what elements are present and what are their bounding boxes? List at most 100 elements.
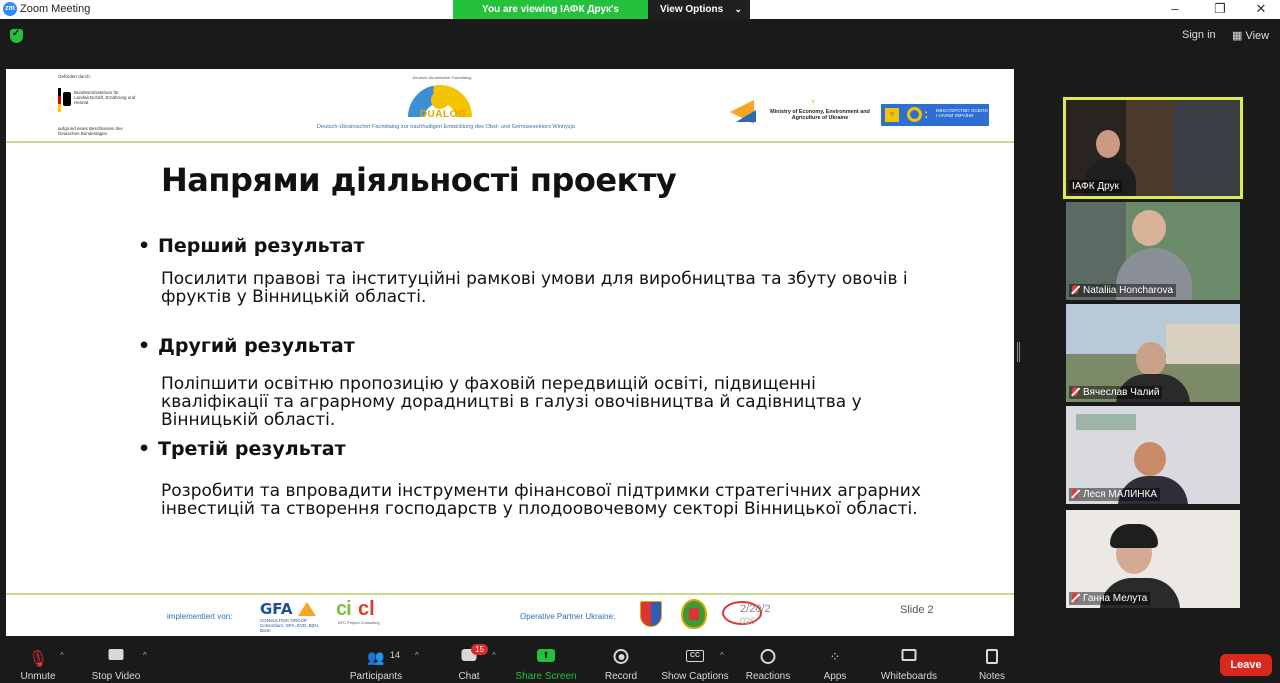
chevron-up-icon: ^ bbox=[143, 651, 147, 660]
share-screen-button[interactable]: ⬆ Share Screen bbox=[512, 639, 580, 683]
participant-tile-active[interactable]: ІАФК Друк bbox=[1063, 97, 1243, 199]
slide-number: Slide 2 bbox=[900, 604, 934, 616]
funded-by-text: Gefördert durch: bbox=[58, 74, 91, 79]
ministry-economy-name: Ministry of Economy, Environment and Agr… bbox=[770, 109, 870, 121]
header-divider bbox=[6, 141, 1014, 143]
bullet-heading-text: Третій результат bbox=[158, 438, 346, 460]
whiteboards-label: Whiteboards bbox=[880, 671, 938, 682]
chat-options-caret[interactable]: ^ bbox=[492, 639, 502, 683]
video-background-banner bbox=[1174, 100, 1240, 196]
participant-name-row: Леся МАЛИНКА bbox=[1069, 488, 1161, 501]
participants-options-caret[interactable]: ^ bbox=[415, 639, 425, 683]
video-camera-icon bbox=[108, 649, 124, 663]
record-button[interactable]: Record bbox=[598, 639, 644, 683]
unmute-label: Unmute bbox=[20, 671, 56, 682]
chat-label: Chat bbox=[458, 671, 480, 682]
gfa-logo: GFA CONSULTING GROUP Consortium: GFA, EV… bbox=[260, 600, 320, 633]
implemented-by-label: implementiert von: bbox=[167, 612, 233, 621]
bullet-heading-3: • Третій результат bbox=[138, 438, 346, 460]
operative-partner-label: Operative Partner Ukraine: bbox=[520, 612, 616, 621]
sign-in-link[interactable]: Sign in bbox=[1182, 29, 1216, 41]
emoji-icon bbox=[760, 649, 776, 667]
ministry-name: Bundesministerium für Landwirtschaft, Er… bbox=[74, 90, 136, 105]
dualog-arc-text: Deutsch-Ukrainischer Fachdialog bbox=[412, 75, 472, 80]
german-ministry-logo: Gefördert durch: Bundesministerium für L… bbox=[58, 74, 148, 136]
video-options-caret[interactable]: ^ bbox=[143, 639, 153, 683]
dualog-subtitle: Deutsch-Ukrainischer Fachdialog zur nach… bbox=[316, 124, 576, 130]
participant-tile[interactable]: Nataliia Honcharova bbox=[1066, 202, 1240, 300]
unmute-button[interactable]: 🎙 Unmute bbox=[10, 639, 66, 683]
participants-icon: 👥 bbox=[367, 649, 385, 665]
chat-button[interactable]: 15 Chat bbox=[450, 639, 488, 683]
slide-date-year: 026 bbox=[740, 616, 756, 626]
leave-button[interactable]: Leave bbox=[1220, 654, 1272, 676]
window-title: Zoom Meeting bbox=[20, 3, 91, 15]
bullet-icon: • bbox=[138, 438, 151, 460]
chat-unread-badge: 15 bbox=[471, 644, 488, 655]
captions-options-caret[interactable]: ^ bbox=[720, 639, 730, 683]
minimize-icon[interactable]: – bbox=[1160, 1, 1190, 16]
apps-grid-icon: ⁘ bbox=[829, 649, 841, 664]
slide-title: Напрями діяльності проекту bbox=[161, 161, 677, 199]
ministry-education-logo: ♆ : МІНІСТЕРСТВО ОСВІТИ І НАУКИ УКРАЇНИ bbox=[881, 104, 989, 126]
apps-button[interactable]: ⁘ Apps bbox=[816, 639, 854, 683]
bullet-heading-text: Другий результат bbox=[158, 335, 355, 357]
meeting-controls-toolbar: 🎙 Unmute ^ Stop Video ^ 👥 14 Participant… bbox=[0, 639, 1280, 683]
participant-tile[interactable]: Ганна Мелута bbox=[1066, 510, 1240, 608]
participant-face bbox=[1136, 342, 1166, 376]
muted-mic-icon bbox=[1072, 593, 1078, 602]
participant-name-row: Ганна Мелута bbox=[1069, 592, 1151, 605]
notes-label: Notes bbox=[978, 671, 1006, 682]
participant-face bbox=[1132, 210, 1166, 246]
whiteboards-button[interactable]: Whiteboards bbox=[874, 639, 944, 683]
muted-mic-icon bbox=[1072, 489, 1078, 498]
share-screen-label: Share Screen bbox=[515, 671, 577, 682]
view-options-button[interactable]: View Options ⌄ bbox=[648, 0, 750, 19]
participant-tile[interactable]: Вячеслав Чалий bbox=[1066, 304, 1240, 402]
participant-face bbox=[1134, 442, 1166, 476]
participant-tile[interactable]: Леся МАЛИНКА bbox=[1066, 406, 1240, 504]
maximize-icon[interactable]: ❐ bbox=[1205, 1, 1235, 17]
participant-name: Ганна Мелута bbox=[1083, 593, 1148, 604]
footer-divider bbox=[6, 593, 1014, 595]
cicl-sub: AFC Project Consulting bbox=[338, 620, 380, 625]
participant-face bbox=[1096, 130, 1120, 158]
german-flag-stripe bbox=[58, 88, 61, 112]
share-screen-icon: ⬆ bbox=[537, 649, 555, 662]
notes-button[interactable]: Notes bbox=[972, 639, 1012, 683]
participants-button[interactable]: 👥 14 Participants bbox=[344, 639, 408, 683]
audio-options-caret[interactable]: ^ bbox=[60, 639, 70, 683]
bullet-text-3: Розробити та впровадити інструменти фіна… bbox=[161, 481, 921, 519]
security-shield-icon[interactable] bbox=[10, 28, 23, 43]
close-icon[interactable]: ✕ bbox=[1246, 1, 1276, 17]
closed-captions-icon: CC bbox=[686, 649, 704, 662]
cicl-logo: ci cl AFC Project Consulting bbox=[336, 598, 386, 626]
chevron-up-icon: ^ bbox=[415, 651, 419, 660]
shared-screen-slide: Gefördert durch: Bundesministerium für L… bbox=[6, 69, 1014, 636]
tryzub-icon: ♆ bbox=[885, 108, 899, 122]
mon-colon-icon: : bbox=[924, 106, 929, 121]
reactions-label: Reactions bbox=[745, 671, 791, 682]
panel-resize-handle[interactable] bbox=[1017, 342, 1020, 362]
eagle-icon bbox=[63, 92, 71, 106]
view-button[interactable]: ▦ View bbox=[1232, 29, 1269, 42]
participant-name: Вячеслав Чалий bbox=[1083, 387, 1160, 398]
bundestag-note: aufgrund eines Beschlusses des Deutschen… bbox=[58, 126, 123, 136]
bullet-heading-text: Перший результат bbox=[158, 235, 365, 257]
chevron-up-icon: ^ bbox=[492, 651, 496, 660]
screen-share-banner: You are viewing ІАФК Друк's screen View … bbox=[453, 0, 750, 34]
bullet-text-2: Поліпшити освітню пропозицію у фаховій п… bbox=[161, 374, 862, 430]
bullet-heading-1: • Перший результат bbox=[138, 235, 365, 257]
participant-name: Nataliia Honcharova bbox=[1083, 285, 1174, 296]
participant-hair bbox=[1110, 524, 1158, 548]
meeting-topbar: Sign in ▦ View bbox=[0, 19, 1280, 53]
participant-name-row: Nataliia Honcharova bbox=[1069, 284, 1177, 297]
reactions-button[interactable]: Reactions bbox=[742, 639, 794, 683]
muted-mic-icon bbox=[1072, 387, 1078, 396]
whiteboard-icon bbox=[901, 649, 917, 664]
stop-video-button[interactable]: Stop Video bbox=[86, 639, 146, 683]
gfa-triangle-icon bbox=[298, 602, 316, 616]
muted-microphone-icon: 🎙 bbox=[27, 651, 49, 668]
bullet-icon: • bbox=[138, 235, 151, 257]
viewing-banner-text: You are viewing ІАФК Друк's screen bbox=[453, 0, 648, 34]
